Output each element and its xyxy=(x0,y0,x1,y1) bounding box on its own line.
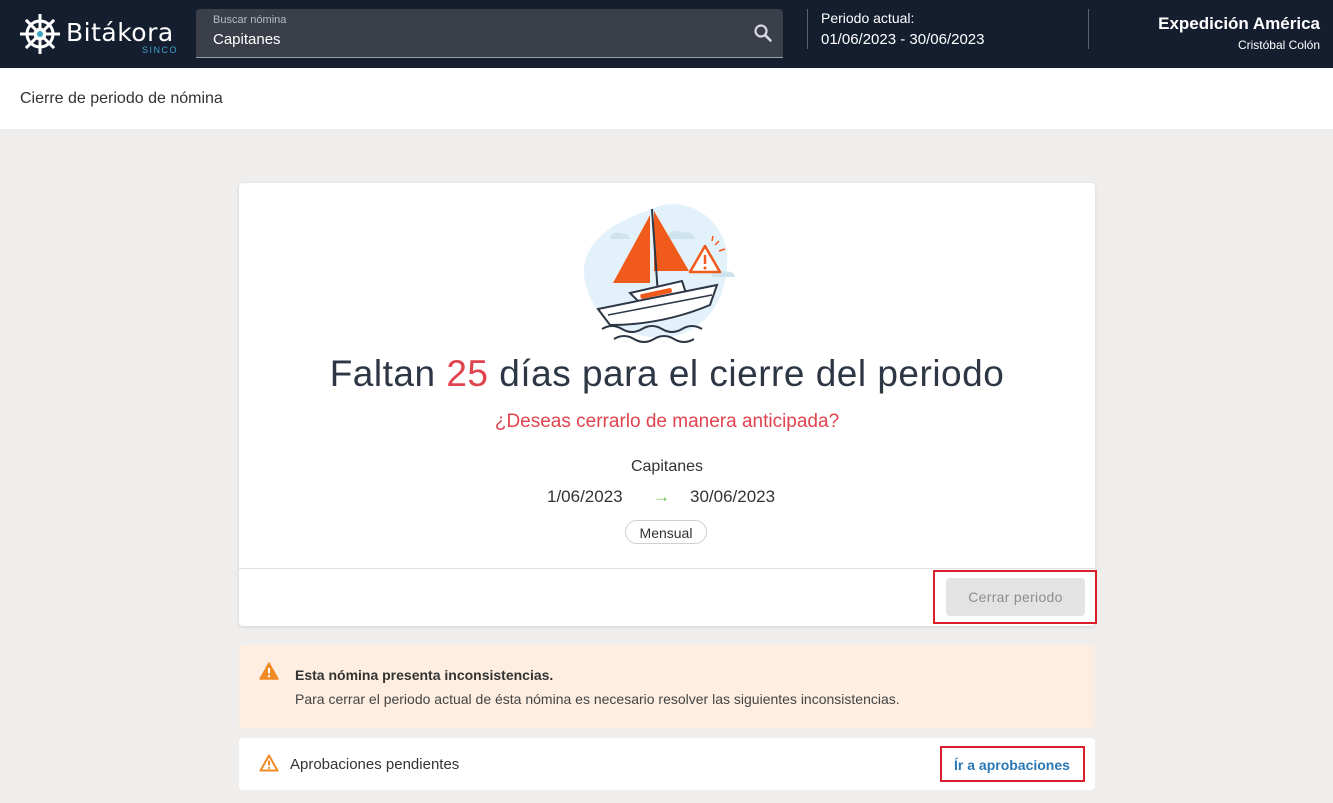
frequency-chip: Mensual xyxy=(625,520,707,544)
warning-icon xyxy=(259,662,279,680)
arrow-right-icon: → xyxy=(653,487,670,506)
early-close-question: ¿Deseas cerrarlo de manera anticipada? xyxy=(494,411,840,432)
headline-suffix: días para el cierre del periodo xyxy=(499,353,1005,394)
search-input[interactable]: Capitanes xyxy=(213,31,281,48)
pending-approvals-label: Aprobaciones pendientes xyxy=(290,756,460,773)
user-name[interactable]: Cristóbal Colón xyxy=(1238,38,1320,52)
period-end-date: 30/06/2023 xyxy=(690,487,776,506)
payroll-name: Capitanes xyxy=(630,458,704,475)
alert-text: Para cerrar el periodo actual de ésta nó… xyxy=(295,691,900,707)
page-header: Cierre de periodo de nómina xyxy=(0,68,1333,129)
close-button-highlight xyxy=(933,570,1097,624)
logo-subtext: SINCO xyxy=(142,45,179,55)
days-remaining-headline: Faltan 25 días para el cierre del period… xyxy=(239,353,1095,395)
current-period-label: Periodo actual: xyxy=(821,10,915,26)
days-remaining-count: 25 xyxy=(446,353,489,394)
ship-wheel-icon xyxy=(20,14,60,54)
header-divider xyxy=(1088,9,1089,49)
card-divider xyxy=(239,568,1095,569)
period-start-date: 1/06/2023 xyxy=(547,487,623,506)
search-icon[interactable] xyxy=(753,23,773,43)
approvals-link-highlight xyxy=(940,746,1085,782)
sailboat-warning-illustration xyxy=(583,204,735,343)
headline-prefix: Faltan xyxy=(329,353,436,394)
inconsistency-alert: Esta nómina presenta inconsistencias. Pa… xyxy=(239,645,1095,728)
payroll-search-field[interactable]: Buscar nómina Capitanes xyxy=(196,9,783,58)
bitakora-logo[interactable]: Bitákora SINCO xyxy=(18,12,188,58)
search-label: Buscar nómina xyxy=(213,14,287,26)
current-period-value: 01/06/2023 - 30/06/2023 xyxy=(821,31,985,48)
top-navbar: Bitákora SINCO Buscar nómina Capitanes P… xyxy=(0,0,1333,68)
period-close-card: Faltan 25 días para el cierre del period… xyxy=(239,183,1095,626)
header-divider xyxy=(807,9,808,49)
alert-title: Esta nómina presenta inconsistencias. xyxy=(295,667,554,683)
page-title: Cierre de periodo de nómina xyxy=(20,90,223,107)
logo-text: Bitákora xyxy=(66,18,174,47)
warning-outline-icon xyxy=(259,754,279,772)
organization-name[interactable]: Expedición América xyxy=(1158,14,1320,34)
